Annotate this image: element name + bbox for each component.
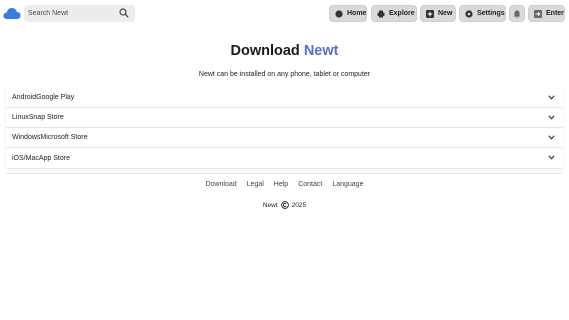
copyright: Newt 2025 bbox=[0, 201, 569, 209]
platform-label: LinuxSnap Store bbox=[12, 114, 64, 121]
search-icon[interactable] bbox=[119, 8, 129, 18]
settings-button-label: Settings bbox=[477, 10, 505, 17]
new-button-label: New bbox=[438, 10, 453, 17]
gear-icon bbox=[465, 9, 473, 18]
chevron-down-icon bbox=[548, 95, 555, 100]
footer-link-contact[interactable]: Contact bbox=[298, 181, 322, 188]
chevron-down-icon bbox=[548, 155, 555, 160]
platform-item-windows[interactable]: WindowsMicrosoft Store bbox=[6, 128, 563, 148]
footer-link-download[interactable]: Download bbox=[206, 181, 237, 188]
home-button-label: Home bbox=[347, 10, 367, 17]
enter-button-label: Enter bbox=[546, 10, 564, 17]
platform-label: AndroidGoogle Play bbox=[12, 94, 75, 101]
platform-label: iOS/MacApp Store bbox=[12, 154, 70, 162]
platform-item-linux[interactable]: LinuxSnap Store bbox=[6, 108, 563, 128]
copyright-year: 2025 bbox=[291, 201, 307, 209]
footer-link-language[interactable]: Language bbox=[332, 181, 363, 188]
platform-item-ios-mac[interactable]: iOS/MacApp Store bbox=[6, 148, 563, 168]
chevron-down-icon bbox=[548, 115, 555, 120]
home-button[interactable]: Home bbox=[329, 5, 367, 22]
printer-icon bbox=[377, 10, 385, 17]
footer-links: Download Legal Help Contact Language bbox=[0, 181, 569, 188]
search-input[interactable] bbox=[28, 10, 114, 17]
search-box bbox=[24, 5, 135, 22]
page-title: Download Newt bbox=[0, 43, 569, 59]
explore-button[interactable]: Explore bbox=[371, 5, 417, 22]
page-subtitle: Newt can be installed on any phone, tabl… bbox=[198, 71, 371, 78]
plus-icon bbox=[426, 9, 434, 18]
platform-item-android[interactable]: AndroidGoogle Play bbox=[6, 88, 563, 108]
enter-icon bbox=[534, 9, 542, 18]
home-icon bbox=[335, 9, 343, 18]
copyright-icon bbox=[280, 201, 289, 209]
explore-button-label: Explore bbox=[389, 10, 415, 17]
footer-link-help[interactable]: Help bbox=[274, 181, 288, 188]
notifications-button[interactable] bbox=[509, 5, 525, 22]
copyright-brand: Newt bbox=[262, 201, 278, 209]
chevron-down-icon bbox=[548, 135, 555, 140]
footer-link-legal[interactable]: Legal bbox=[247, 181, 264, 188]
new-button[interactable]: New bbox=[420, 5, 456, 22]
top-navigation-bar: Home Explore New Settings bbox=[0, 0, 569, 27]
settings-button[interactable]: Settings bbox=[459, 5, 506, 22]
page-title-brand: Newt bbox=[303, 43, 339, 59]
footer-divider bbox=[6, 173, 563, 174]
bell-icon bbox=[513, 10, 521, 18]
platform-accordion: AndroidGoogle Play LinuxSnap Store Windo… bbox=[6, 88, 563, 168]
page-title-prefix: Download bbox=[230, 43, 300, 59]
platform-label: WindowsMicrosoft Store bbox=[12, 134, 88, 141]
cloud-icon[interactable] bbox=[3, 5, 21, 21]
enter-button[interactable]: Enter bbox=[528, 5, 565, 22]
